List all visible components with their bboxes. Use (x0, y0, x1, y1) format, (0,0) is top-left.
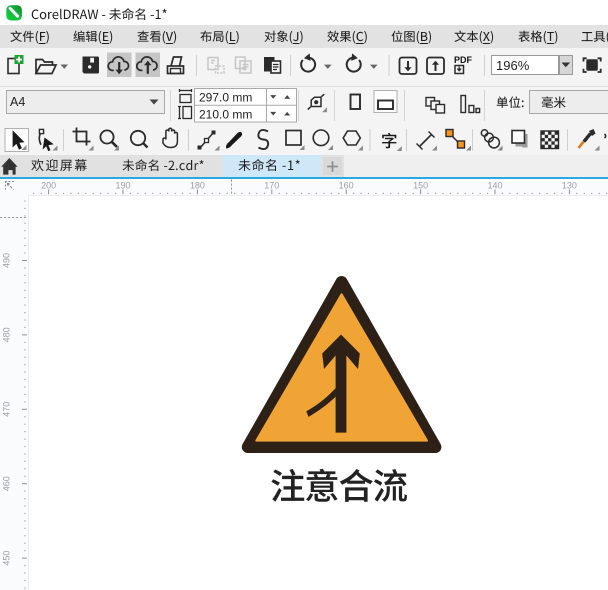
svg-text:460: 460 (2, 476, 12, 491)
svg-text:450: 450 (2, 551, 12, 566)
